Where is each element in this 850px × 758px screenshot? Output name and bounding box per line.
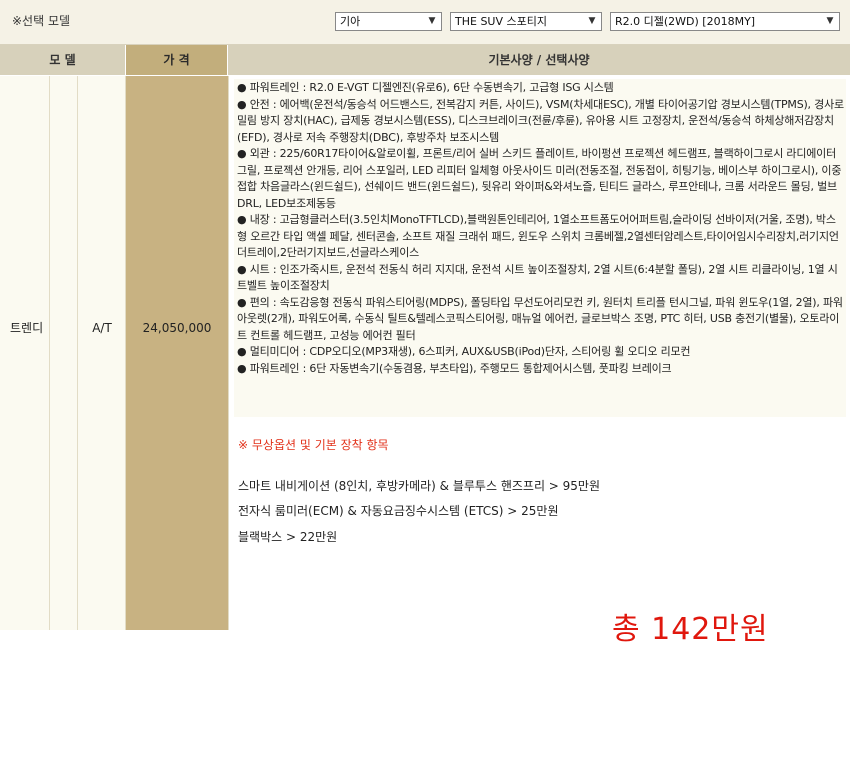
trim-name: 트렌디: [10, 321, 44, 335]
maker-select-value: 기아: [340, 15, 361, 28]
empty-cell: [50, 76, 78, 630]
total-amount: 총 142만원: [612, 612, 769, 647]
extra-item: 스마트 내비게이션 (8인치, 후방카메라) & 블루투스 핸즈프리 > 95만…: [238, 479, 601, 493]
column-header-price: 가 격: [126, 45, 228, 75]
spec-item: ● 외관 : 225/60R17타이어&알로이휠, 프론트/리어 실버 스키드 …: [237, 147, 842, 210]
spec-item: ● 멀티미디어 : CDP오디오(MP3재생), 6스피커, AUX&USB(i…: [237, 345, 691, 358]
chevron-down-icon[interactable]: ▼: [823, 15, 837, 28]
top-bar: ※선택 모델 기아 ▼ THE SUV 스포티지 ▼ R2.0 디젤(2WD) …: [0, 0, 850, 45]
extra-item: 블랙박스 > 22만원: [238, 530, 338, 544]
column-header-model: 모 델: [0, 45, 126, 75]
spec-item: ● 내장 : 고급형클러스터(3.5인치MonoTFTLCD),블랙원톤인테리어…: [237, 213, 839, 259]
price-cell: [126, 76, 228, 630]
spec-item: ● 파워트레인 : 6단 자동변속기(수동겸용, 부츠타입), 주행모드 통합제…: [237, 361, 672, 375]
spec-item: ● 안전 : 에어백(운전석/동승석 어드밴스드, 전복감지 커튼, 사이드),…: [237, 97, 844, 144]
table-header: 모 델 가 격 기본사양 / 선택사양: [0, 45, 850, 75]
extra-item: 전자식 룸미러(ECM) & 자동요금징수시스템 (ETCS) > 25만원: [238, 504, 559, 518]
spec-item: ● 시트 : 인조가죽시트, 운전석 전동식 허리 지지대, 운전석 시트 높이…: [237, 262, 838, 293]
extras-title: ※ 무상옵션 및 기본 장착 항목: [238, 438, 389, 452]
transmission-value: A/T: [92, 321, 112, 335]
maker-select[interactable]: 기아 ▼: [335, 12, 442, 31]
model-select-value: THE SUV 스포티지: [455, 15, 547, 28]
spec-item: ● 편의 : 속도감응형 전동식 파워스티어링(MDPS), 폴딩타입 무선도어…: [237, 295, 843, 342]
trim-cell: [0, 76, 50, 630]
transmission-cell: [78, 76, 126, 630]
spec-list: ● 파워트레인 : R2.0 E-VGT 디젤엔진(유로6), 6단 수동변속기…: [237, 80, 844, 377]
trim-select-value: R2.0 디젤(2WD) [2018MY]: [615, 15, 756, 28]
price-value: 24,050,000: [142, 321, 212, 335]
trim-select[interactable]: R2.0 디젤(2WD) [2018MY] ▼: [610, 12, 840, 31]
page-title: ※선택 모델: [12, 14, 71, 28]
chevron-down-icon[interactable]: ▼: [425, 15, 439, 28]
model-select[interactable]: THE SUV 스포티지 ▼: [450, 12, 602, 31]
chevron-down-icon[interactable]: ▼: [585, 15, 599, 28]
spec-item: ● 파워트레인 : R2.0 E-VGT 디젤엔진(유로6), 6단 수동변속기…: [237, 81, 614, 94]
column-header-specs: 기본사양 / 선택사양: [228, 45, 850, 75]
